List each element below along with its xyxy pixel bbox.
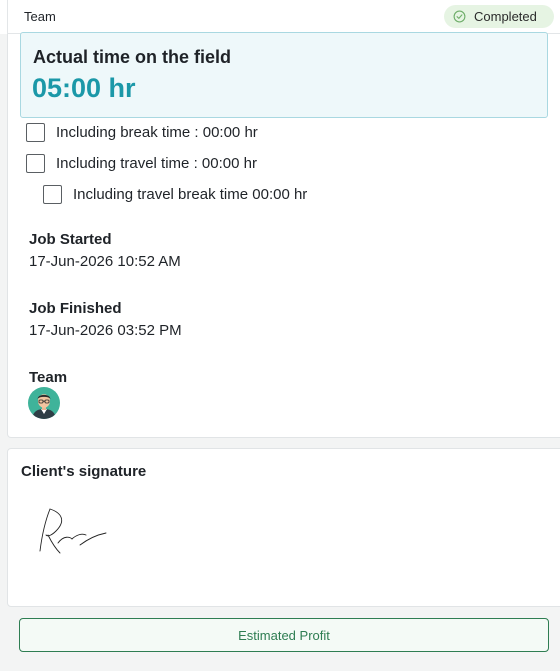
section-title: Team xyxy=(24,9,56,24)
actual-time-value: 05:00 hr xyxy=(32,73,136,103)
job-started-label: Job Started xyxy=(29,231,112,248)
break-time-option[interactable]: Including break time : 00:00 hr xyxy=(26,123,258,142)
travel-break-time-label: Including travel break time 00:00 hr xyxy=(73,186,308,203)
actual-time-box: Actual time on the field 05:00 hr xyxy=(20,32,548,118)
check-circle-icon xyxy=(453,10,466,23)
travel-time-option[interactable]: Including travel time : 00:00 hr xyxy=(26,154,257,173)
travel-break-time-option[interactable]: Including travel break time 00:00 hr xyxy=(43,185,307,204)
travel-time-checkbox[interactable] xyxy=(26,154,45,173)
break-time-checkbox[interactable] xyxy=(26,123,45,142)
top-bar: Team Completed xyxy=(0,0,560,34)
signature-title: Client's signature xyxy=(21,463,147,480)
top-bar-divider xyxy=(0,0,8,34)
user-avatar-icon[interactable] xyxy=(28,387,60,419)
job-finished-label: Job Finished xyxy=(29,300,122,317)
travel-time-label: Including travel time : 00:00 hr xyxy=(56,155,257,172)
estimated-profit-button[interactable]: Estimated Profit xyxy=(19,618,549,652)
break-time-label: Including break time : 00:00 hr xyxy=(56,124,258,141)
team-label: Team xyxy=(29,369,68,386)
job-finished-value: 17-Jun-2026 03:52 PM xyxy=(29,322,182,339)
status-badge: Completed xyxy=(444,5,554,28)
status-label: Completed xyxy=(474,9,537,24)
actual-time-title: Actual time on the field xyxy=(33,47,232,67)
job-started-value: 17-Jun-2026 10:52 AM xyxy=(29,253,181,270)
travel-break-time-checkbox[interactable] xyxy=(43,185,62,204)
client-signature-image xyxy=(39,508,107,554)
